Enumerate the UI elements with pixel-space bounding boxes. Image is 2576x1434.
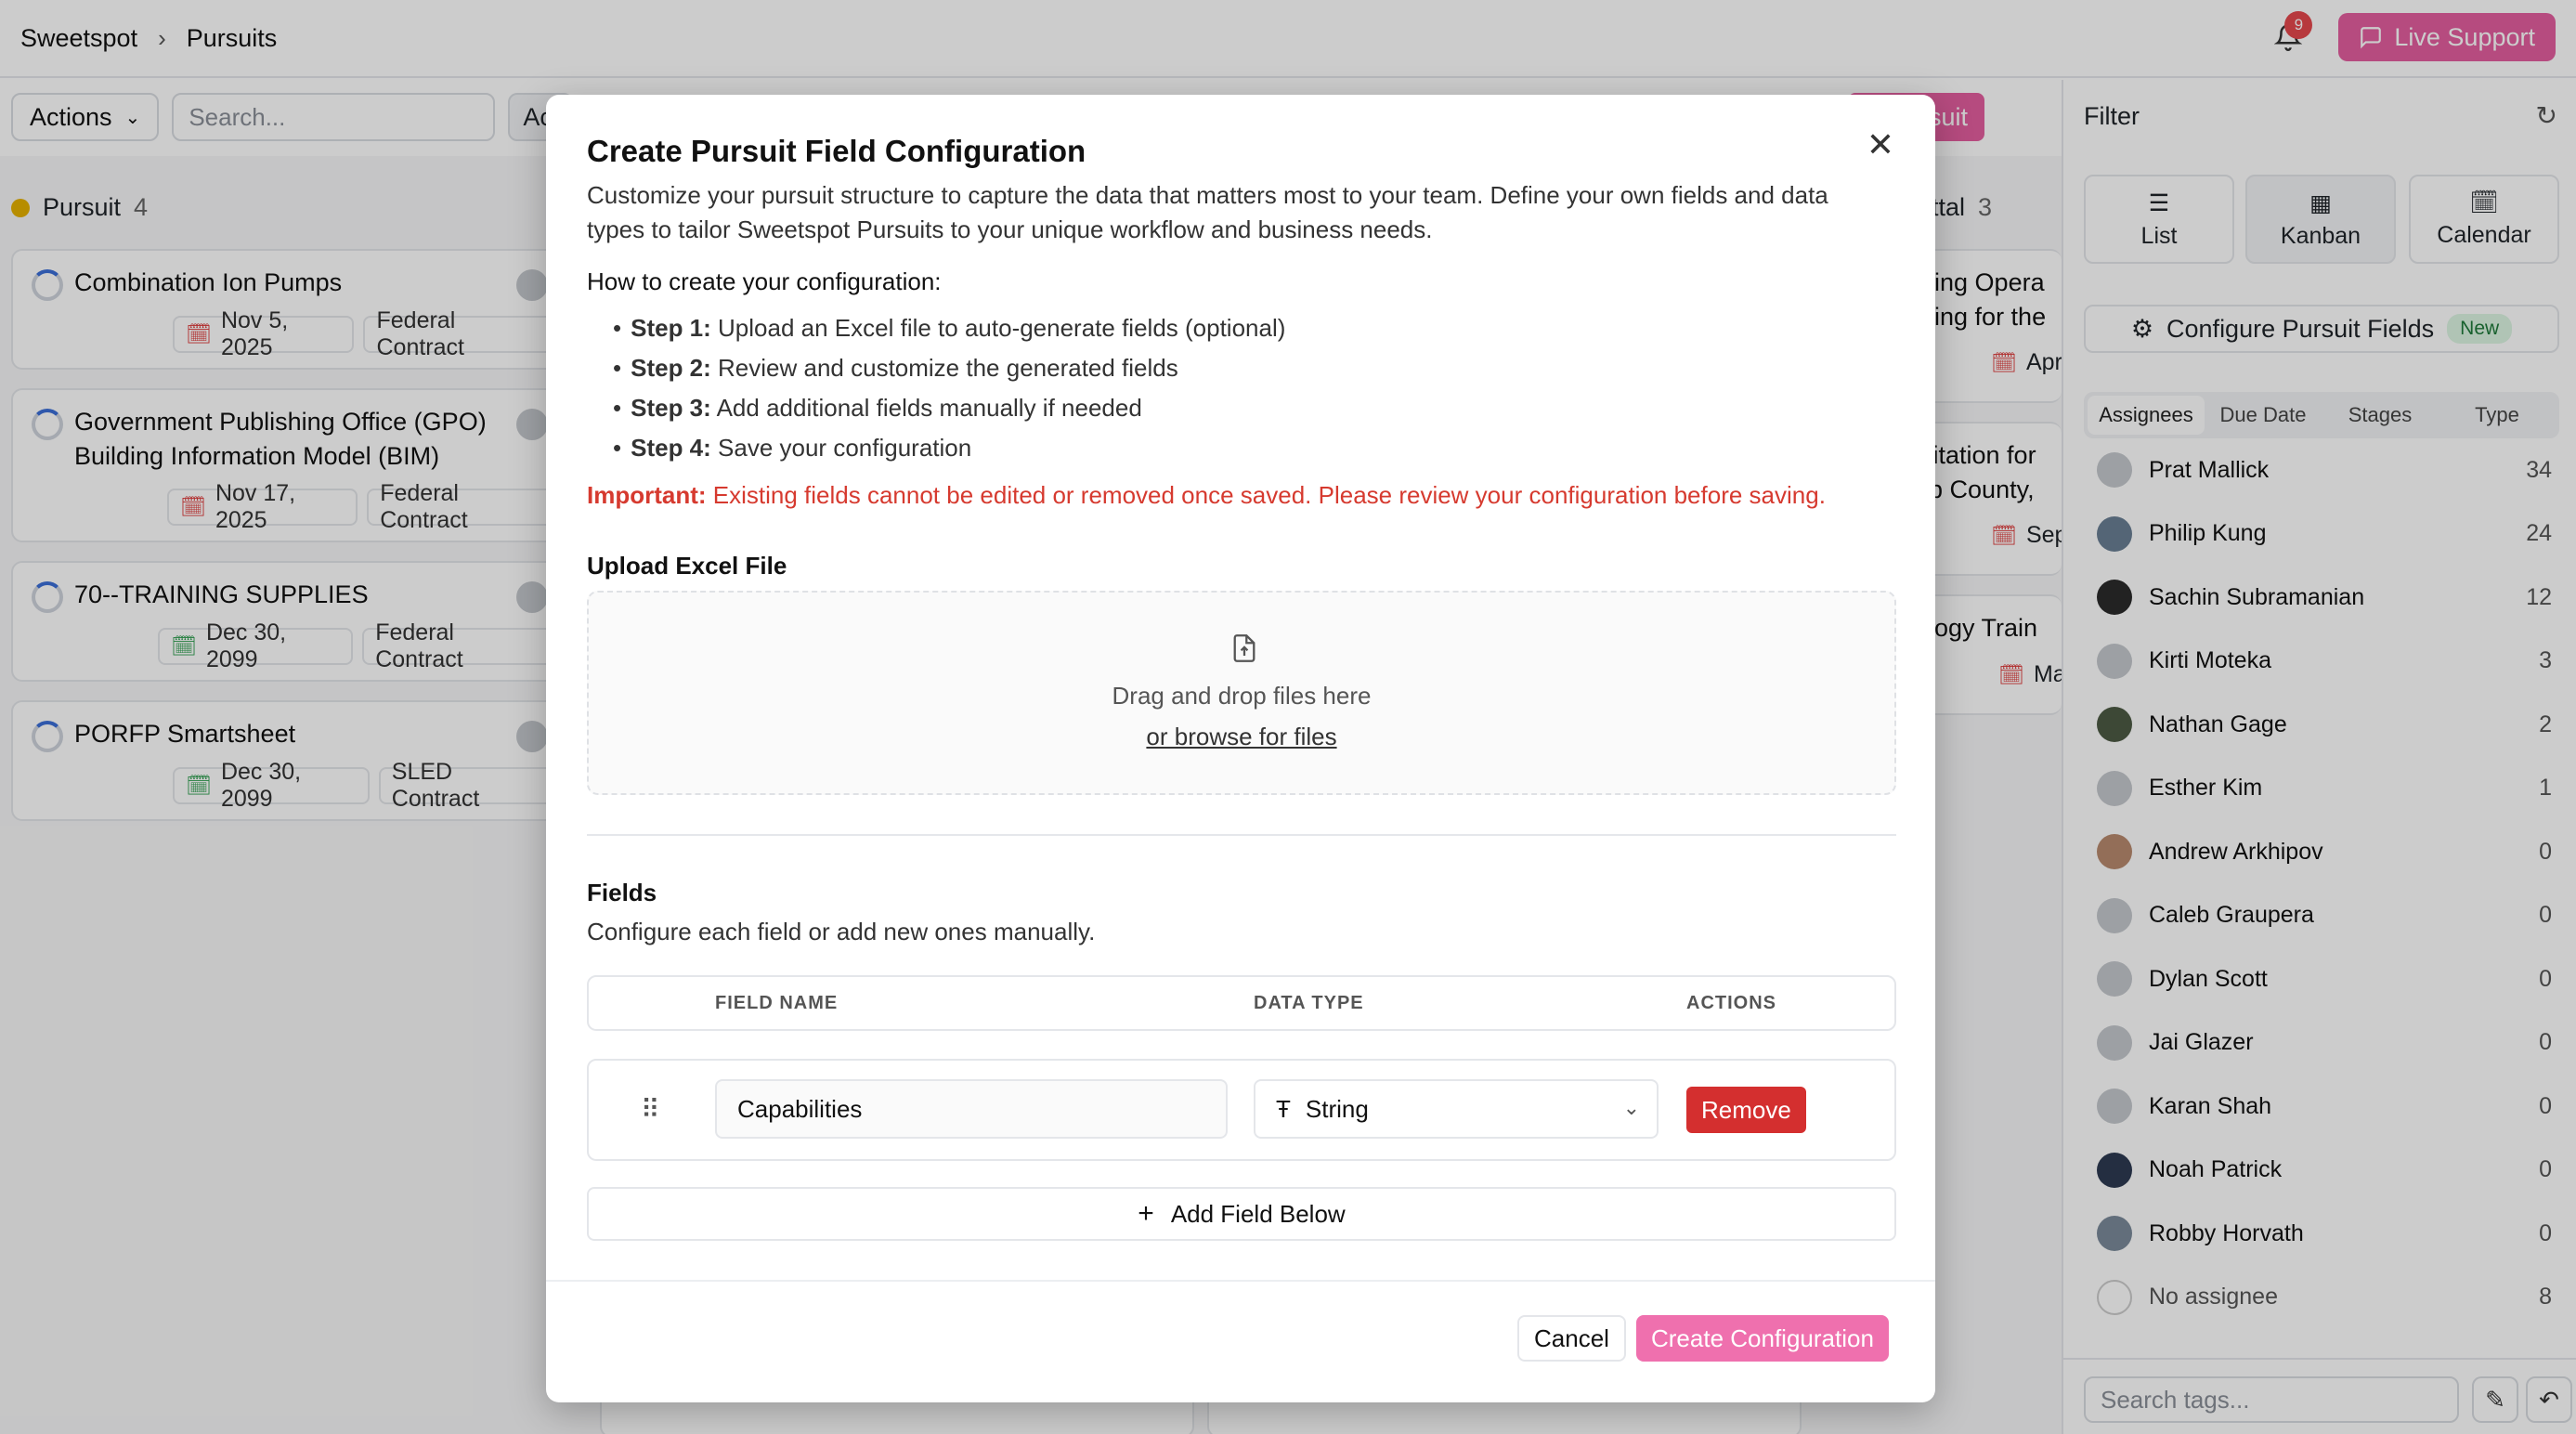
step-item: • Step 1: Upload an Excel file to auto-ge… (613, 314, 1286, 342)
fields-subtitle: Configure each field or add new ones man… (587, 918, 1096, 945)
step-text: Review and customize the generated field… (718, 354, 1178, 382)
close-icon[interactable]: ✕ (1867, 128, 1894, 162)
remove-field-button[interactable]: Remove (1686, 1087, 1806, 1133)
chevron-down-icon: ⌄ (1622, 1096, 1640, 1119)
fields-table-header: FIELD NAME DATA TYPE ACTIONS (587, 975, 1896, 1031)
data-type-value: String (1305, 1094, 1369, 1123)
field-name-value: Capabilities (737, 1094, 863, 1123)
step-text: Upload an Excel file to auto-generate fi… (718, 314, 1286, 342)
important-warning: Important: Existing fields cannot be edi… (587, 481, 1826, 510)
add-field-label: Add Field Below (1170, 1199, 1346, 1228)
file-upload-icon (1231, 633, 1257, 671)
field-name-input[interactable]: Capabilities (715, 1079, 1228, 1139)
text-type-icon: Ŧ (1276, 1094, 1291, 1123)
step-label: Step 3: (631, 394, 711, 422)
fields-title: Fields (587, 879, 657, 906)
footer-divider (546, 1280, 1935, 1282)
drag-handle-icon[interactable]: ⠿ (641, 1094, 659, 1125)
important-text: Existing fields cannot be edited or remo… (712, 481, 1826, 509)
create-configuration-dialog: ✕ Create Pursuit Field Configuration Cus… (546, 95, 1935, 1402)
add-field-below-button[interactable]: + Add Field Below (587, 1187, 1896, 1241)
create-label: Create Configuration (1651, 1323, 1874, 1352)
column-header-actions: ACTIONS (1686, 992, 1776, 1013)
create-configuration-button[interactable]: Create Configuration (1636, 1315, 1889, 1362)
data-type-select[interactable]: Ŧ String ⌄ (1254, 1079, 1659, 1139)
how-to-title: How to create your configuration: (587, 267, 942, 295)
step-item: • Step 2: Review and customize the genera… (613, 354, 1178, 382)
step-label: Step 4: (631, 434, 711, 462)
cancel-button[interactable]: Cancel (1517, 1315, 1626, 1362)
important-label: Important: (587, 481, 707, 509)
file-dropzone[interactable]: Drag and drop files here or browse for f… (587, 591, 1896, 795)
step-item: • Step 3: Add additional fields manually … (613, 394, 1142, 422)
column-header-data-type: DATA TYPE (1254, 992, 1364, 1013)
dropzone-text: Drag and drop files here (1112, 682, 1372, 710)
field-row: ⠿ Capabilities Ŧ String ⌄ Remove (587, 1059, 1896, 1161)
dialog-title: Create Pursuit Field Configuration (587, 134, 1086, 168)
step-text: Add additional fields manually if needed (716, 394, 1142, 422)
dialog-description: Customize your pursuit structure to capt… (587, 181, 1828, 243)
column-header-field-name: FIELD NAME (715, 992, 839, 1013)
cancel-label: Cancel (1534, 1323, 1609, 1352)
remove-label: Remove (1701, 1095, 1791, 1124)
section-divider (587, 834, 1896, 836)
step-label: Step 2: (631, 354, 711, 382)
browse-files-link[interactable]: or browse for files (589, 723, 1894, 751)
step-label: Step 1: (631, 314, 711, 342)
step-text: Save your configuration (718, 434, 972, 462)
upload-label: Upload Excel File (587, 552, 787, 580)
plus-icon: + (1138, 1198, 1154, 1229)
step-item: • Step 4: Save your configuration (613, 434, 972, 462)
